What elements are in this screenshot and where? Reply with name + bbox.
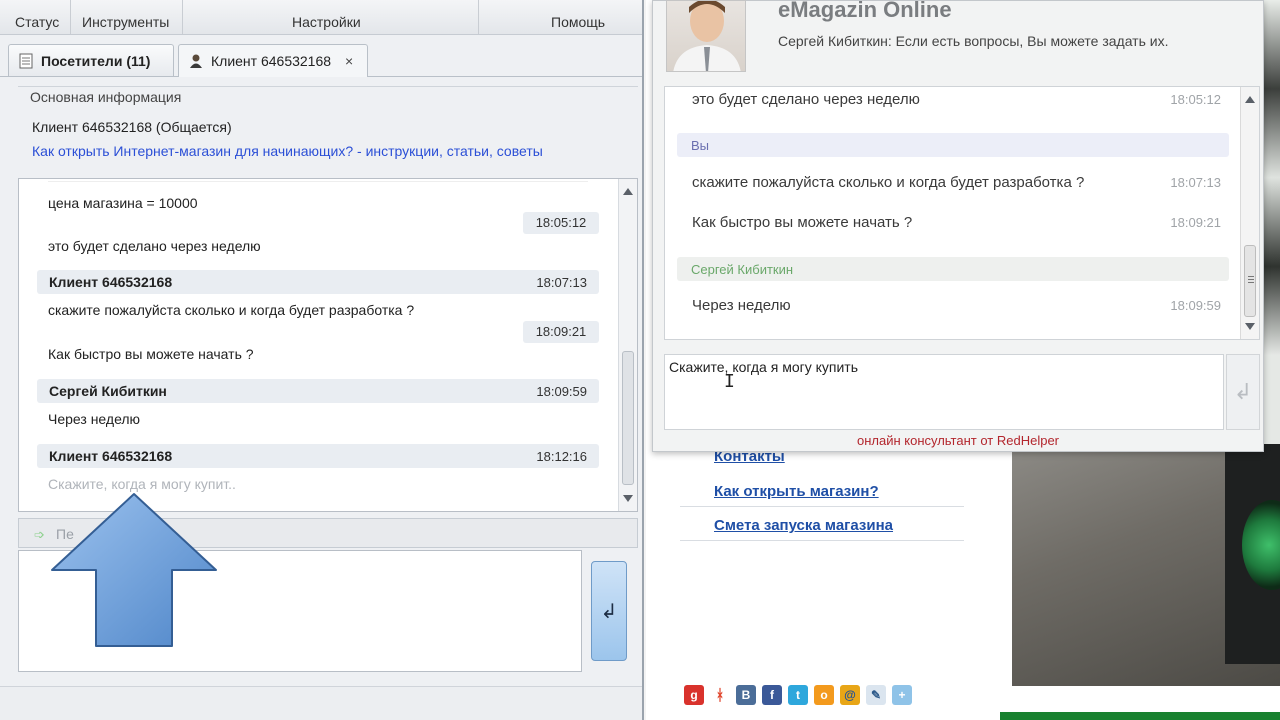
menu-divider [70,0,71,34]
twitter-icon[interactable]: t [788,685,808,705]
timestamp: 18:07:13 [1170,175,1221,190]
timestamp: 18:12:16 [536,449,587,464]
nav-link-budget[interactable]: Смета запуска магазина [714,517,893,534]
info-legend: Основная информация [28,89,184,105]
google-plus-icon[interactable]: g [684,685,704,705]
timestamp: 18:09:59 [1170,298,1221,313]
powered-by-label[interactable]: онлайн консультант от RedHelper [652,433,1264,448]
message-header: Клиент 646532168 18:12:16 [37,444,599,468]
arrow-right-icon: ➩ [34,527,45,542]
nav-link-open-shop[interactable]: Как открыть магазин? [714,483,879,500]
social-share-bar: g ᚼ B f t o @ ✎ + [684,685,912,705]
widget-scrollbar[interactable] [1240,87,1259,339]
background-image-strip [1264,0,1280,444]
message-header: Сергей Кибиткин 18:09:59 [37,379,599,403]
livejournal-icon[interactable]: ✎ [866,685,886,705]
message-header-operator: Сергей Кибиткин [677,257,1229,281]
scroll-up-icon[interactable] [623,188,633,195]
menu-status[interactable]: Статус [15,14,59,30]
text-cursor-icon: I [724,371,735,392]
chat-message: это будет сделано через неделю [692,91,920,108]
menu-help[interactable]: Помощь [551,14,605,30]
enter-icon: ↲ [1233,379,1253,404]
chat-scrollbar[interactable] [618,179,637,511]
chat-message: цена магазина = 10000 [48,195,198,211]
grip-icon [1248,276,1254,277]
scroll-thumb[interactable] [622,351,634,485]
tab-client[interactable]: Клиент 646532168 × [178,44,368,77]
chat-message: Как быстро вы можете начать ? [692,214,913,231]
operator-avatar [666,0,746,72]
facebook-icon[interactable]: f [762,685,782,705]
menu-divider [182,0,183,34]
tab-label: Посетители (11) [41,52,151,69]
visitor-chat-log[interactable]: это будет сделано через неделю 18:05:12 … [664,86,1260,340]
chat-message: скажите пожалуйста сколько и когда будет… [48,302,415,318]
message-header-you: Вы [677,133,1229,157]
document-icon [19,53,33,68]
scroll-down-icon[interactable] [1245,323,1255,330]
send-button[interactable]: ↲ [591,561,627,661]
scroll-down-icon[interactable] [623,495,633,502]
scroll-up-icon[interactable] [1245,96,1255,103]
menu-bar: Статус Инструменты Настройки Помощь [0,0,642,35]
odnoklassniki-icon[interactable]: o [814,685,834,705]
message-header: Клиент 646532168 18:07:13 [37,270,599,294]
timestamp: 18:05:12 [523,212,599,234]
operator-chat-log[interactable]: цена магазина = 10000 18:05:12 это будет… [18,178,638,512]
sender-name: Клиент 646532168 [49,448,173,464]
partial-line [48,179,588,182]
widget-title: eMagazin Online [778,0,952,22]
more-icon[interactable]: + [892,685,912,705]
moikrug-icon[interactable]: ᚼ [710,685,730,705]
user-icon [190,54,202,68]
timestamp: 18:07:13 [536,275,587,290]
menu-divider [478,0,479,34]
timestamp: 18:05:12 [1170,92,1221,107]
tab-bar: Посетители (11) Клиент 646532168 × [0,40,642,77]
mail-ru-icon[interactable]: @ [840,685,860,705]
chat-message: Как быстро вы можете начать ? [48,346,254,362]
sender-name: Сергей Кибиткин [691,262,794,277]
close-icon[interactable]: × [345,53,353,69]
sender-name: Вы [691,138,710,153]
visitor-send-button[interactable]: ↲ [1226,354,1260,430]
client-status: Клиент 646532168 (Общается) [32,119,232,135]
status-bar [0,686,642,720]
visitor-page-link[interactable]: Как открыть Интернет-магазин для начинаю… [32,143,543,159]
arrow-up-icon [51,493,217,647]
timestamp: 18:09:59 [536,384,587,399]
visitor-message-input[interactable]: Скажите, когда я могу купить [664,354,1224,430]
chat-message: скажите пожалуйста сколько и когда будет… [692,174,1085,191]
chat-message: это будет сделано через неделю [48,238,261,254]
timestamp: 18:09:21 [523,321,599,343]
sender-name: Сергей Кибиткин [49,383,167,399]
chat-message: Через неделю [48,411,141,427]
scroll-thumb[interactable] [1244,245,1256,317]
vkontakte-icon[interactable]: B [736,685,756,705]
avatar-portrait [673,1,741,71]
widget-subtitle: Сергей Кибиткин: Если есть вопросы, Вы м… [778,33,1169,49]
nav-divider [680,540,964,541]
timestamp: 18:09:21 [1170,215,1221,230]
menu-tools[interactable]: Инструменты [82,14,169,30]
nav-divider [680,506,964,507]
operator-window: Статус Инструменты Настройки Помощь Посе… [0,0,644,720]
tab-label: Клиент 646532168 [211,53,332,69]
menu-settings[interactable]: Настройки [292,14,361,30]
enter-icon: ↲ [600,600,618,623]
chat-message: Через неделю [692,297,791,314]
tab-visitors[interactable]: Посетители (11) [8,44,174,76]
footer-accent [1000,712,1280,720]
sender-name: Клиент 646532168 [49,274,173,290]
